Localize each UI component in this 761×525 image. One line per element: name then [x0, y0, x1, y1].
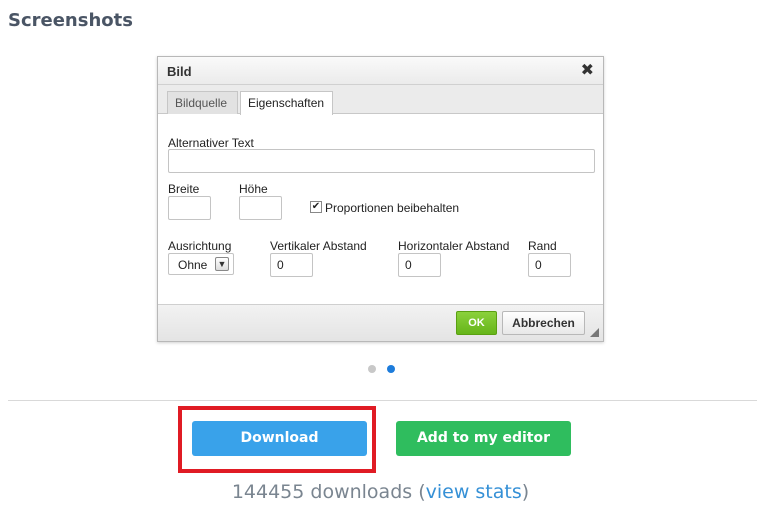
alignment-selected-value: Ohne	[178, 258, 208, 272]
add-to-editor-button[interactable]: Add to my editor	[396, 421, 571, 456]
vertical-spacing-input[interactable]	[270, 253, 313, 277]
cancel-button[interactable]: Abbrechen	[502, 311, 585, 335]
chevron-down-icon[interactable]: ▼	[215, 257, 229, 271]
alignment-label: Ausrichtung	[168, 239, 232, 253]
tab-eigenschaften[interactable]: Eigenschaften	[240, 91, 333, 115]
stats-close-paren: )	[521, 481, 530, 503]
ok-button[interactable]: OK	[456, 311, 497, 335]
section-title: Screenshots	[8, 10, 133, 31]
stats-open-paren: (	[412, 481, 426, 503]
width-input[interactable]	[168, 196, 211, 220]
height-input[interactable]	[239, 196, 282, 220]
alignment-select[interactable]: Ohne ▼	[168, 253, 234, 275]
dialog-footer: OK Abbrechen	[158, 304, 603, 341]
download-button[interactable]: Download	[192, 421, 367, 456]
keep-proportions-checkbox[interactable]: ✔	[310, 201, 322, 213]
width-label: Breite	[168, 182, 200, 196]
dialog-tabbar: Bildquelle Eigenschaften	[158, 85, 603, 115]
horizontal-spacing-label: Horizontaler Abstand	[398, 239, 510, 253]
download-count: 144455 downloads	[231, 481, 413, 503]
dialog-title: Bild	[167, 64, 192, 79]
border-input[interactable]	[528, 253, 571, 277]
download-stats: 144455 downloads (view stats)	[0, 481, 761, 503]
tab-bildquelle[interactable]: Bildquelle	[167, 91, 238, 114]
vertical-spacing-label: Vertikaler Abstand	[270, 239, 367, 253]
view-stats-link[interactable]: view stats	[426, 481, 522, 503]
dialog-body: Alternativer Text Breite Höhe ✔ Proporti…	[158, 115, 603, 306]
carousel-dot-2-active[interactable]	[387, 365, 395, 373]
page: Screenshots Bild ✖ Bildquelle Eigenschaf…	[0, 0, 761, 525]
keep-proportions-label: Proportionen beibehalten	[325, 201, 460, 215]
carousel-dot-1[interactable]	[368, 365, 376, 373]
close-icon[interactable]: ✖	[581, 60, 594, 80]
resize-grip-icon[interactable]	[590, 328, 599, 337]
dialog-titlebar[interactable]: Bild ✖	[158, 57, 603, 85]
divider	[8, 400, 757, 401]
border-label: Rand	[528, 239, 557, 253]
height-label: Höhe	[239, 182, 268, 196]
horizontal-spacing-input[interactable]	[398, 253, 441, 277]
image-dialog: Bild ✖ Bildquelle Eigenschaften Alternat…	[157, 56, 604, 342]
alt-text-input[interactable]	[168, 149, 595, 173]
alt-text-label: Alternativer Text	[168, 136, 254, 150]
